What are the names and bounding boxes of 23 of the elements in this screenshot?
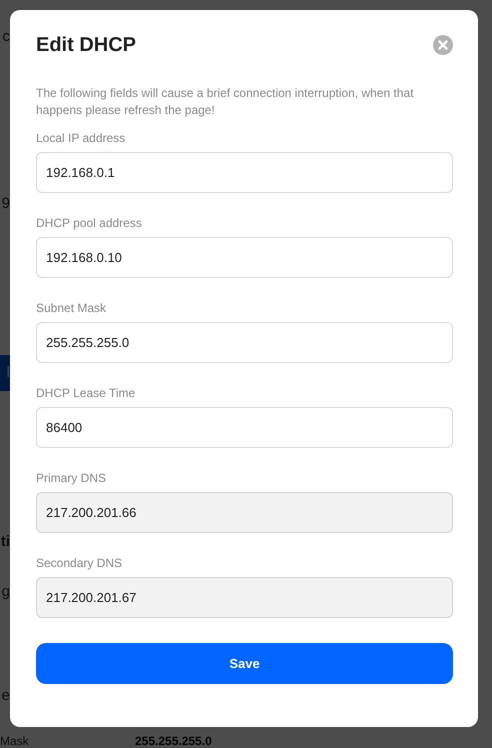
background-text: 9: [2, 195, 10, 212]
background-text: Mask: [0, 734, 29, 748]
background-text: e: [2, 687, 10, 704]
save-button[interactable]: Save: [36, 643, 453, 684]
dialog-title: Edit DHCP: [36, 34, 136, 56]
input-field[interactable]: 192.168.0.1: [36, 152, 453, 193]
background-text: g: [2, 583, 10, 600]
field-label: Primary DNS: [36, 471, 106, 485]
field-label: Secondary DNS: [36, 556, 122, 570]
close-icon[interactable]: [433, 35, 453, 55]
input-field[interactable]: 217.200.201.67: [36, 577, 453, 618]
field-label: Subnet Mask: [36, 301, 106, 315]
background-text: ti: [0, 533, 10, 550]
field-label: Local IP address: [36, 131, 126, 145]
input-field[interactable]: 255.255.255.0: [36, 322, 453, 363]
input-field[interactable]: 86400: [36, 407, 453, 448]
input-field[interactable]: 217.200.201.66: [36, 492, 453, 533]
notice-text: The following fields will cause a brief connection interruption, when that happens please refresh the page!: [36, 85, 415, 119]
input-field[interactable]: 192.168.0.10: [36, 237, 453, 278]
field-label: DHCP pool address: [36, 216, 142, 230]
field-label: DHCP Lease Time: [36, 386, 136, 400]
background-text: 255.255.255.0: [135, 734, 212, 748]
background-text: c: [2, 28, 10, 45]
